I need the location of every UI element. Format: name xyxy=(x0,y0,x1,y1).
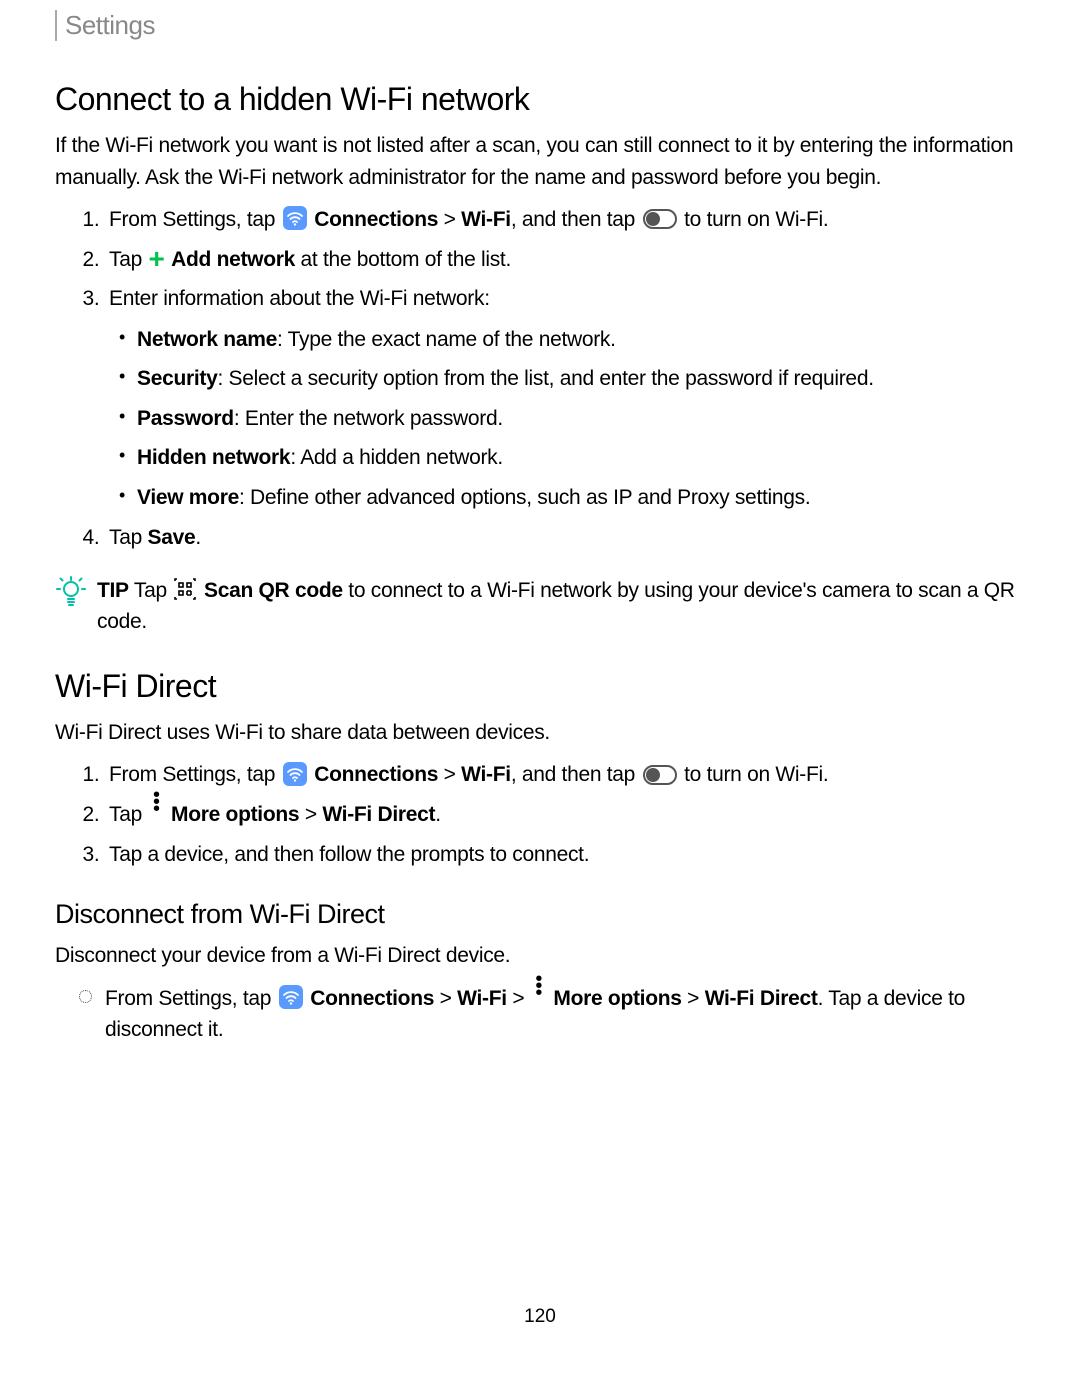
step-item: Tap ••• More options > Wi-Fi Direct. xyxy=(105,798,1025,832)
sub-item: View more: Define other advanced options… xyxy=(137,482,1025,514)
intro-paragraph: Wi-Fi Direct uses Wi-Fi to share data be… xyxy=(55,717,1025,749)
intro-paragraph: Disconnect your device from a Wi-Fi Dire… xyxy=(55,940,1025,972)
sub-item: Password: Enter the network password. xyxy=(137,403,1025,435)
tip-callout: TIP Tap Scan QR code to connect to a Wi-… xyxy=(55,575,1025,638)
steps-wifi-direct: From Settings, tap Connections > Wi-Fi, … xyxy=(55,758,1025,871)
more-options-icon: ••• xyxy=(150,792,164,813)
breadcrumb-header: Settings xyxy=(55,10,1025,41)
heading-disconnect: Disconnect from Wi-Fi Direct xyxy=(55,899,1025,930)
lightbulb-icon xyxy=(55,575,87,612)
wifi-icon xyxy=(279,985,303,1009)
step-item: From Settings, tap Connections > Wi-Fi >… xyxy=(105,982,1025,1046)
step-item: From Settings, tap Connections > Wi-Fi, … xyxy=(105,758,1025,792)
sub-item: Hidden network: Add a hidden network. xyxy=(137,442,1025,474)
plus-icon: + xyxy=(149,243,165,274)
sub-list: Network name: Type the exact name of the… xyxy=(109,324,1025,514)
heading-wifi-direct: Wi-Fi Direct xyxy=(55,668,1025,705)
step-item: From Settings, tap Connections > Wi-Fi, … xyxy=(105,203,1025,237)
sub-item: Network name: Type the exact name of the… xyxy=(137,324,1025,356)
disconnect-steps: From Settings, tap Connections > Wi-Fi >… xyxy=(55,982,1025,1046)
intro-paragraph: If the Wi-Fi network you want is not lis… xyxy=(55,130,1025,193)
steps-hidden-network: From Settings, tap Connections > Wi-Fi, … xyxy=(55,203,1025,555)
heading-hidden-network: Connect to a hidden Wi-Fi network xyxy=(55,81,1025,118)
wifi-icon xyxy=(283,762,307,786)
step-item: Tap + Add network at the bottom of the l… xyxy=(105,243,1025,277)
tip-text: TIP Tap Scan QR code to connect to a Wi-… xyxy=(97,575,1025,638)
step-item: Tap Save. xyxy=(105,521,1025,555)
sub-item: Security: Select a security option from … xyxy=(137,363,1025,395)
more-options-icon: ••• xyxy=(532,976,546,997)
qr-icon xyxy=(174,578,196,600)
step-item: Tap a device, and then follow the prompt… xyxy=(105,838,1025,872)
wifi-icon xyxy=(283,206,307,230)
toggle-off-icon xyxy=(643,209,677,229)
page-number: 120 xyxy=(55,1306,1025,1328)
step-item: Enter information about the Wi-Fi networ… xyxy=(105,282,1025,513)
toggle-off-icon xyxy=(643,765,677,785)
